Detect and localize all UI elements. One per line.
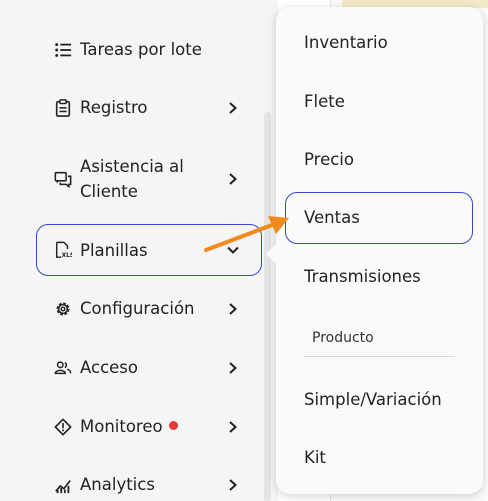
sidebar-item-label: Acceso <box>80 358 138 377</box>
svg-text:XLS: XLS <box>62 253 72 259</box>
chevron-right-icon <box>224 99 242 117</box>
submenu-divider <box>304 356 455 357</box>
submenu-section-label: Producto <box>312 330 374 346</box>
chevron-right-icon <box>224 359 242 377</box>
chevron-right-icon <box>224 170 242 188</box>
chart-icon <box>53 475 73 495</box>
submenu-item-transmisiones[interactable]: Transmisiones <box>304 266 421 288</box>
sidebar-item-tareas-por-lote[interactable]: Tareas por lote <box>36 37 262 62</box>
submenu-item-flete[interactable]: Flete <box>304 91 345 113</box>
sidebar-item-label: Monitoreo <box>80 414 224 439</box>
sidebar-item-acceso[interactable]: Acceso <box>36 355 262 380</box>
alert-diamond-icon <box>53 417 73 437</box>
chat-icon <box>53 169 73 189</box>
submenu-pointer <box>266 243 277 265</box>
planillas-submenu: Inventario Flete Precio Ventas Transmisi… <box>266 7 483 494</box>
sidebar-item-label: Planillas <box>80 240 148 260</box>
sidebar-item-analytics[interactable]: Analytics <box>36 472 262 497</box>
sidebar-item-configuracion[interactable]: Configuración <box>36 296 262 321</box>
sidebar-item-label: Tareas por lote <box>80 40 202 59</box>
list-icon <box>53 40 73 60</box>
submenu-item-precio[interactable]: Precio <box>304 149 354 171</box>
sidebar-item-label: Analytics <box>80 475 155 494</box>
submenu-item-ventas[interactable]: Ventas <box>304 207 360 229</box>
users-icon <box>53 358 73 378</box>
chevron-right-icon <box>224 300 242 318</box>
sidebar-item-monitoreo[interactable]: Monitoreo <box>36 414 262 439</box>
xls-file-icon: XLS <box>53 240 73 260</box>
sidebar-scrollbar[interactable] <box>264 112 271 501</box>
sidebar-item-planillas[interactable]: XLS Planillas <box>36 224 262 276</box>
sidebar-item-label: Registro <box>80 98 148 117</box>
sidebar-item-label: Configuración <box>80 299 195 318</box>
chevron-right-icon <box>224 418 242 436</box>
chevron-right-icon <box>224 476 242 494</box>
submenu-item-kit[interactable]: Kit <box>304 447 326 469</box>
notification-badge <box>168 421 178 430</box>
submenu-item-inventario[interactable]: Inventario <box>304 32 388 54</box>
sidebar-item-asistencia[interactable]: Asistencia al Cliente <box>36 154 262 204</box>
clipboard-icon <box>53 98 73 118</box>
chevron-down-icon <box>224 241 242 259</box>
sidebar-item-registro[interactable]: Registro <box>36 95 262 120</box>
submenu-item-simple-variacion[interactable]: Simple/Variación <box>304 389 442 411</box>
gear-icon <box>53 299 73 319</box>
sidebar-item-label: Asistencia al Cliente <box>80 157 184 201</box>
